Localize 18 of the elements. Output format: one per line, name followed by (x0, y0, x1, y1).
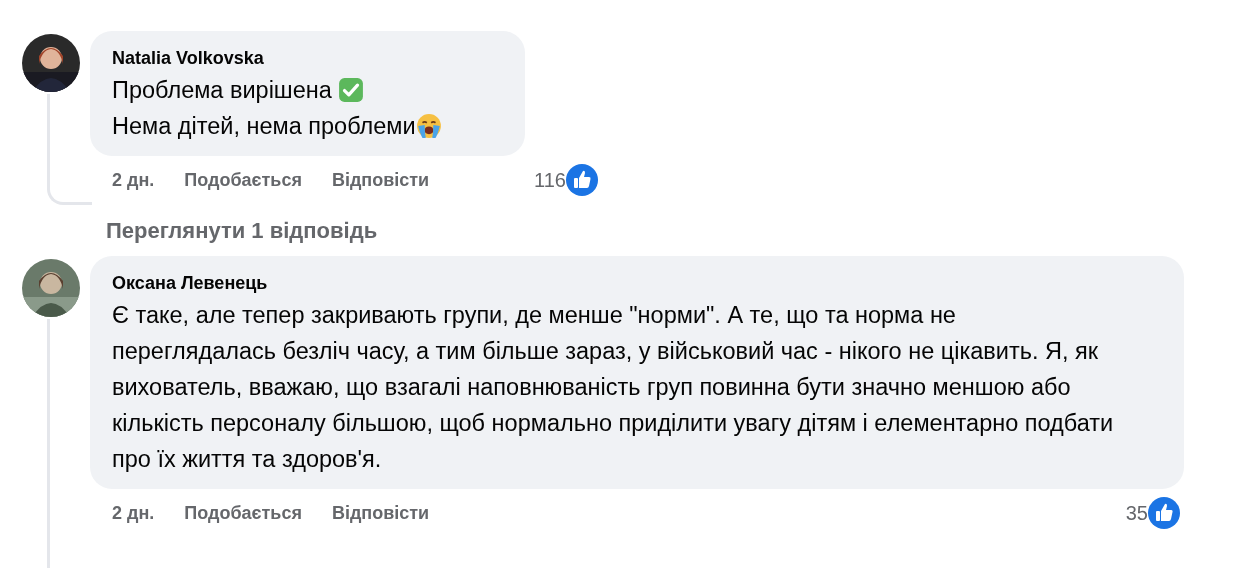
view-replies-link[interactable]: Переглянути 1 відповідь (106, 218, 378, 244)
author-name[interactable]: Natalia Volkovska (112, 46, 264, 70)
like-count[interactable]: 116 (534, 168, 566, 192)
comment-time[interactable]: 2 дн. (112, 502, 155, 524)
thumbs-up-icon (566, 164, 598, 196)
crying-face-icon (415, 113, 442, 139)
check-mark-icon (338, 77, 365, 103)
thumbs-up-icon (1148, 497, 1180, 529)
like-link[interactable]: Подобається (184, 502, 302, 524)
comment-text: Нема дітей, нема проблеми (112, 112, 416, 141)
comment-text: Проблема вирішена (112, 76, 333, 105)
like-count[interactable]: 35 (1125, 501, 1148, 525)
author-name[interactable]: Оксана Левенець (112, 271, 268, 295)
comment-text: Є таке, але тепер закривають групи, де менше "норми". А те, що та норма не переглядалась безліч часу, а тим більше зараз, у військовий час - нікого не цікавить. Я, як вихователь, вважаю, що взагалі наповнюваність груп повинна бути значно меншою або кількість персоналу більшою, щоб нормально приділити увагу дітям і елементарно подбати про їх життя та здоров'я. (112, 301, 1115, 474)
comment-time[interactable]: 2 дн. (112, 169, 155, 191)
like-link[interactable]: Подобається (184, 169, 302, 191)
reply-link[interactable]: Відповісти (331, 169, 430, 191)
reply-link[interactable]: Відповісти (331, 502, 430, 524)
